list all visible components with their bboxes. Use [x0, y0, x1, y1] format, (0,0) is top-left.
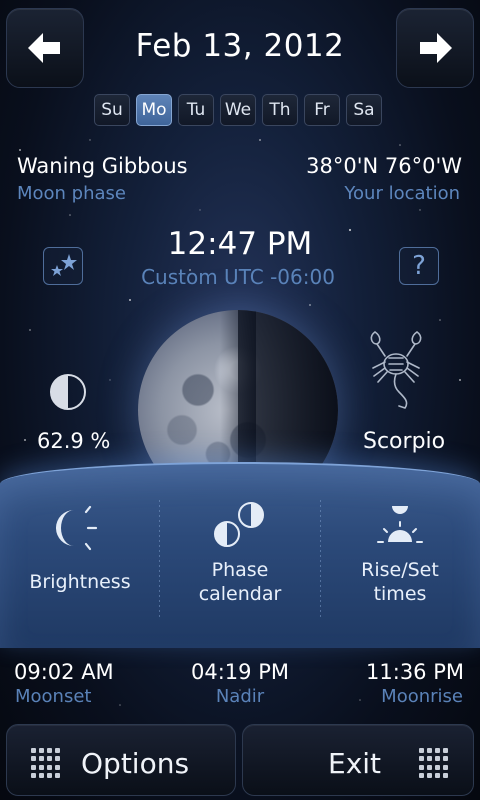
- phase-calendar-button[interactable]: Phase calendar: [160, 490, 320, 630]
- weekday-su[interactable]: Su: [94, 94, 130, 126]
- stars-icon: [51, 254, 77, 276]
- moon-phase-label: Moon phase: [17, 183, 127, 204]
- help-button[interactable]: ?: [399, 247, 439, 285]
- menu-grid-icon: [31, 748, 61, 778]
- stars-button[interactable]: [43, 247, 83, 285]
- menu-grid-icon: [419, 748, 449, 778]
- weekday-th[interactable]: Th: [262, 94, 298, 126]
- weekday-selector: Su Mo Tu We Th Fr Sa: [94, 94, 382, 126]
- rise-set-label-line1: Rise/Set: [361, 559, 439, 581]
- weekday-we[interactable]: We: [220, 94, 256, 126]
- rise-set-label-line2: times: [373, 583, 427, 605]
- rise-set-times-button[interactable]: Rise/Set times: [320, 490, 480, 630]
- next-day-button[interactable]: [396, 8, 474, 88]
- location-label: Your location: [344, 183, 460, 204]
- moonrise-time: 11:36 PM: [366, 660, 464, 684]
- exit-label: Exit: [328, 747, 382, 780]
- rise-set-icon: [377, 506, 423, 543]
- weekday-tu[interactable]: Tu: [178, 94, 214, 126]
- exit-button[interactable]: Exit: [242, 724, 474, 796]
- weekday-fr[interactable]: Fr: [304, 94, 340, 126]
- weekday-mo[interactable]: Mo: [136, 94, 172, 126]
- arrow-right-icon: [420, 33, 452, 63]
- question-mark-icon: ?: [412, 251, 426, 281]
- crescent-brightness-icon: [56, 505, 98, 551]
- phase-calendar-label-line1: Phase: [211, 559, 269, 581]
- brightness-button[interactable]: Brightness: [0, 490, 160, 630]
- location-value[interactable]: 38°0'N 76°0'W: [306, 154, 462, 178]
- phase-calendar-label: Phase calendar: [160, 558, 320, 606]
- options-label: Options: [81, 747, 190, 780]
- moonrise-label: Moonrise: [381, 686, 463, 707]
- options-button[interactable]: Options: [6, 724, 236, 796]
- moon-phase-value: Waning Gibbous: [17, 154, 188, 178]
- zodiac-value: Scorpio: [363, 429, 446, 454]
- illumination-value: 62.9 %: [37, 429, 111, 453]
- phase-calendar-icon: [214, 502, 264, 547]
- phase-calendar-label-line2: calendar: [198, 583, 282, 605]
- weekday-sa[interactable]: Sa: [346, 94, 382, 126]
- scorpion-icon: [370, 331, 422, 409]
- rise-set-label: Rise/Set times: [320, 558, 480, 606]
- half-moon-icon: [50, 374, 86, 410]
- brightness-label: Brightness: [29, 571, 131, 593]
